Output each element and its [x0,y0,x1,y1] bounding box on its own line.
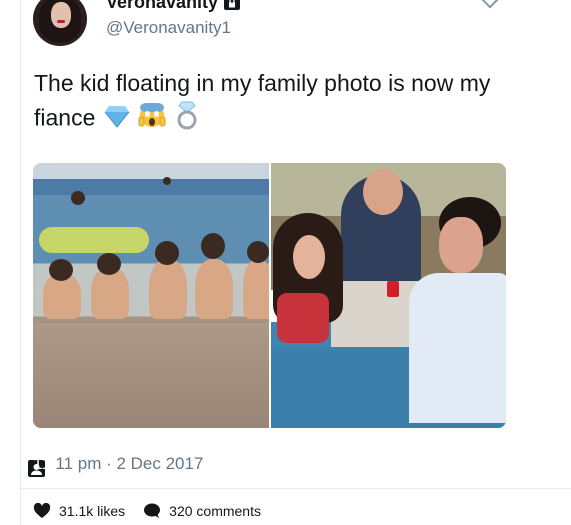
avatar[interactable] [33,0,87,46]
user-handle[interactable]: @Veronavanity1 [106,18,231,38]
proposal-photo[interactable] [271,163,506,428]
inflatable-float [39,227,149,253]
beach-family-photo[interactable] [33,163,269,428]
heart-icon [33,503,51,518]
likes-count: 31.1k likes [59,503,126,519]
tweet-stats: 31.1k likes 320 comments [33,503,279,519]
display-name[interactable]: Veronavanity [106,0,218,13]
ring-emoji [175,100,199,139]
gem-stone-emoji [104,103,130,137]
comments-stat[interactable]: 320 comments [143,503,261,519]
timestamp-text: 11 pm · 2 Dec 2017 [55,454,204,473]
tweet-timestamp[interactable]: 11:11 pm · 2 Dec 2017 [33,454,203,474]
author-name-row[interactable]: Veronavanity [106,0,241,13]
tweet-photo-grid[interactable] [33,163,506,428]
left-border [20,0,21,525]
tweet-body: The kid floating in my family photo is n… [34,70,491,131]
comment-bubble-icon [144,503,161,518]
protected-lock-icon [224,0,241,10]
chevron-down-icon[interactable] [481,0,499,9]
tweet-text: The kid floating in my family photo is n… [34,66,534,139]
likes-stat[interactable]: 31.1k likes [33,503,125,519]
ring-box [387,281,399,297]
comments-count: 320 comments [169,503,261,519]
face-screaming-emoji [138,101,166,138]
divider [20,488,571,489]
